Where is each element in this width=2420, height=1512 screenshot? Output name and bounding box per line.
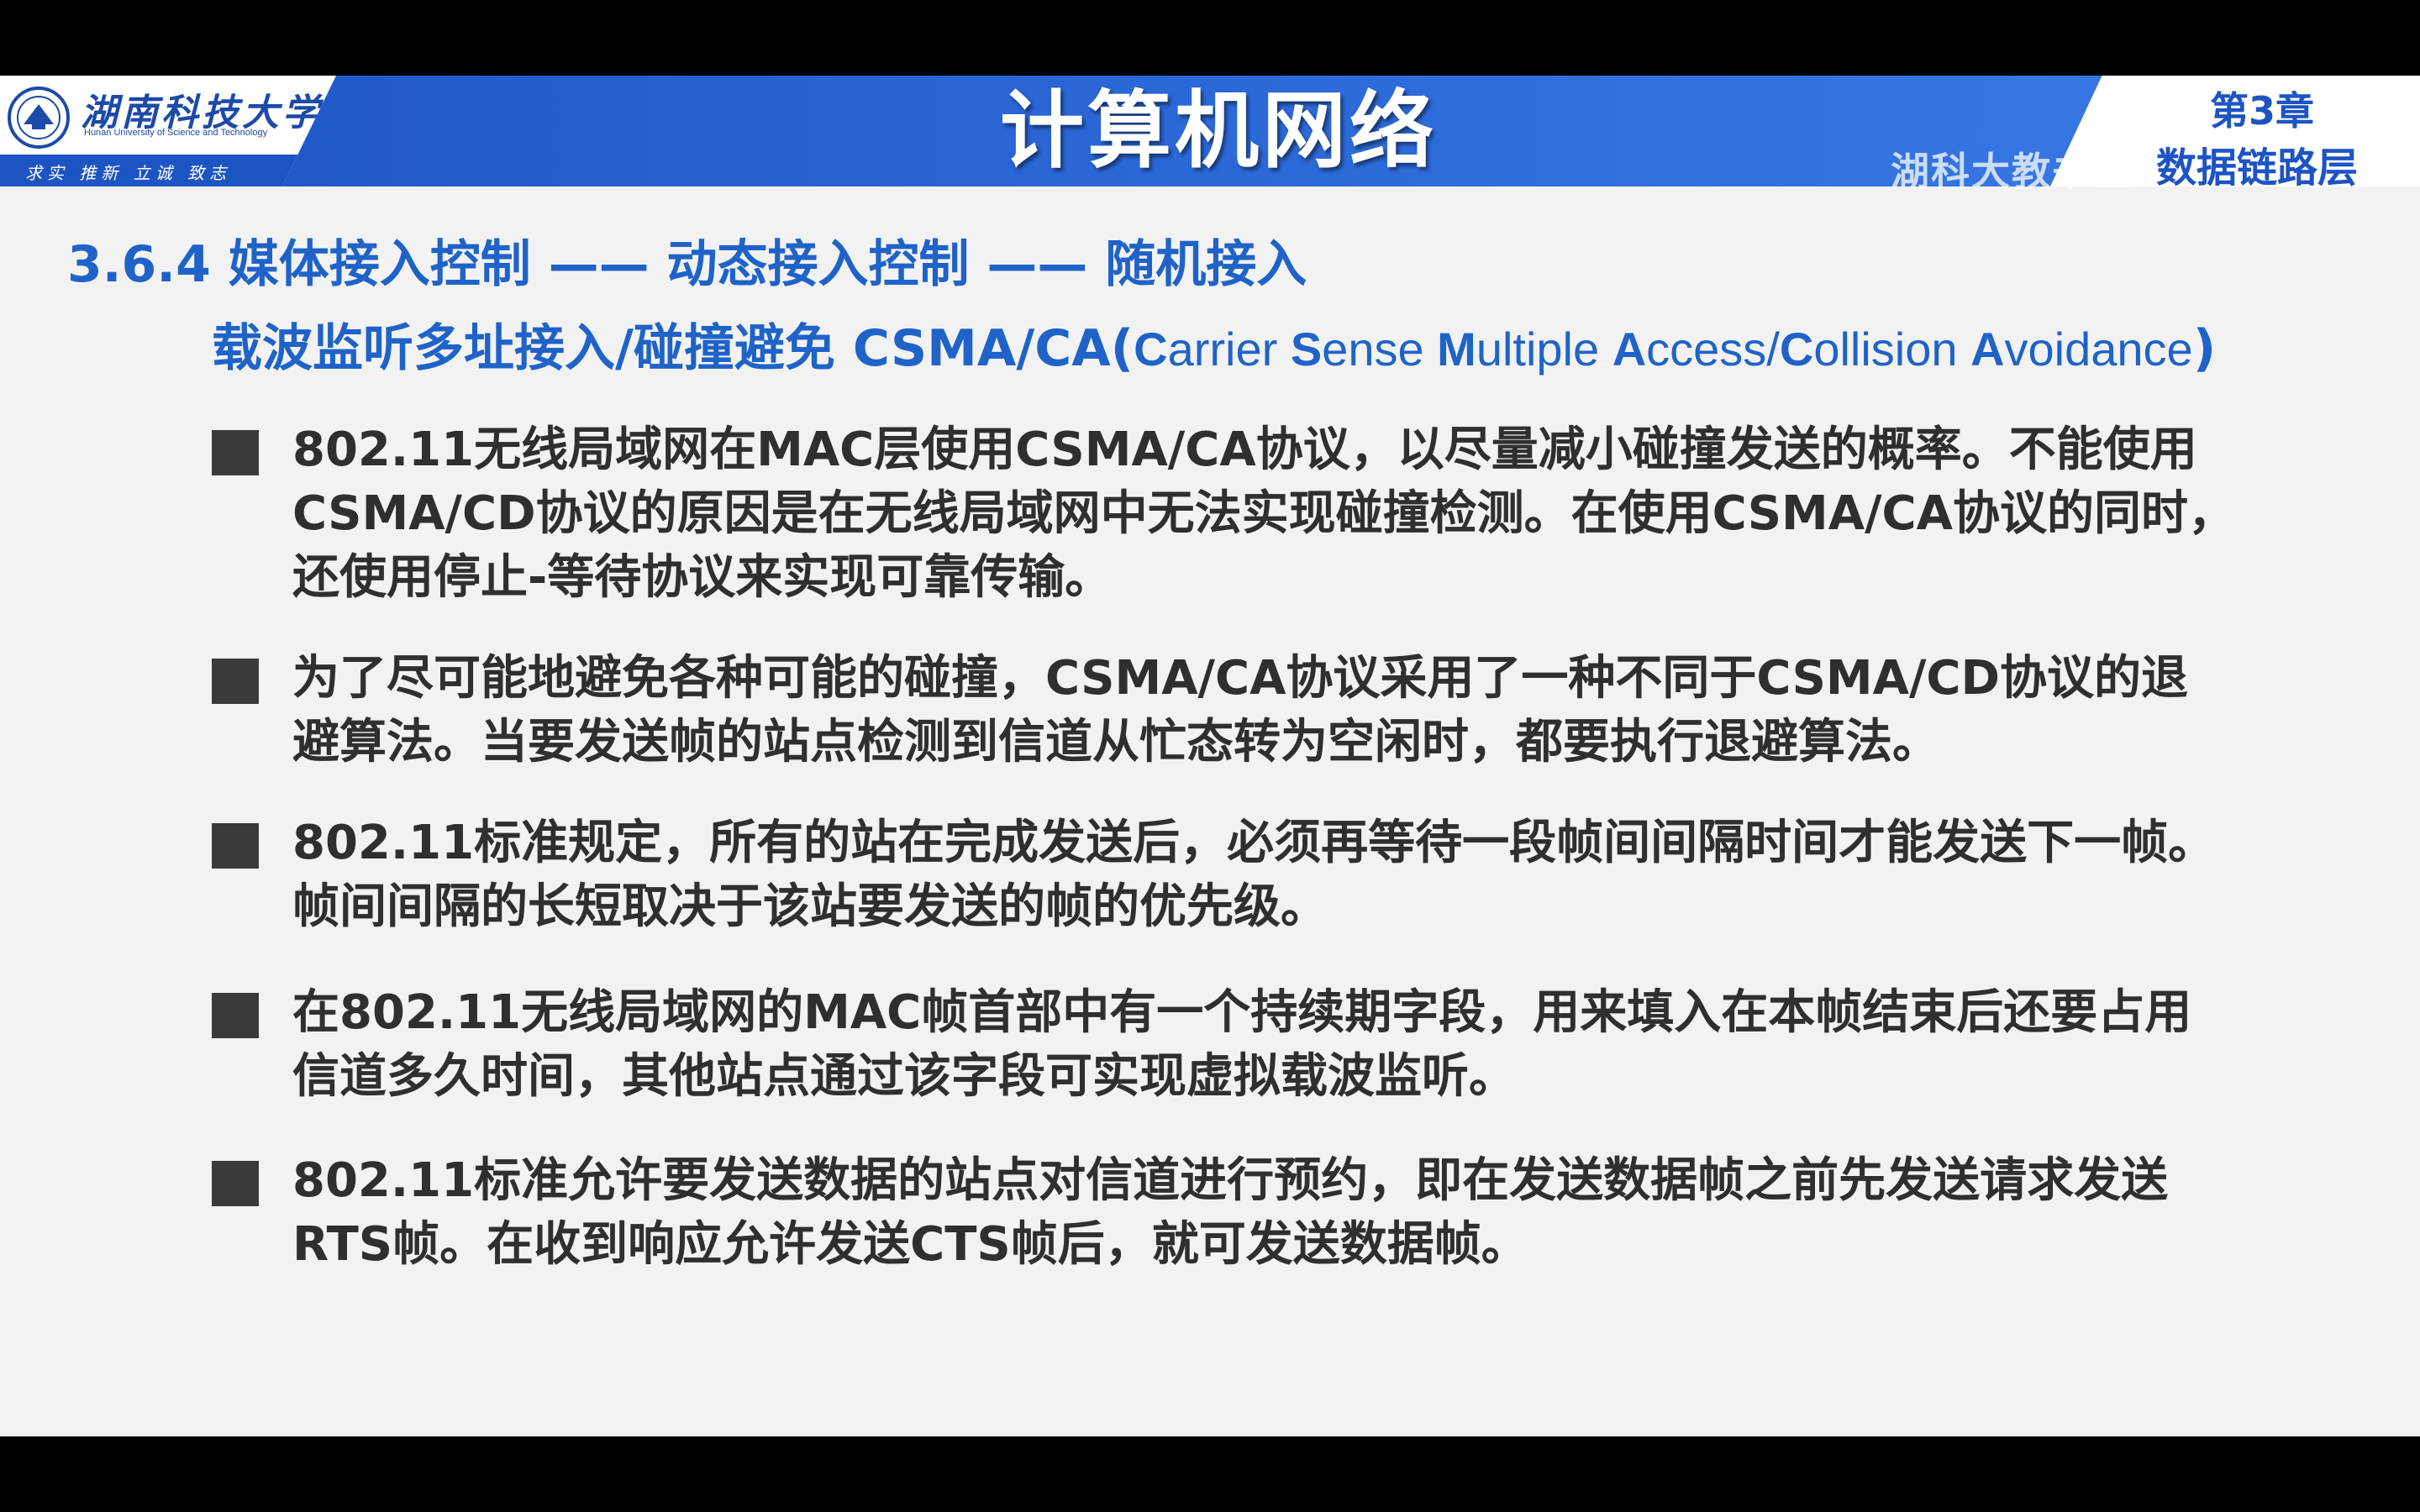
university-logo-panel: 湖南科技大学 Hunan University of Science and T… [0, 76, 336, 186]
bullet-text: 为了尽可能地避免各种可能的碰撞，CSMA/CA协议采用了一种不同于CSMA/CD… [292, 651, 2188, 769]
subtitle-chinese: 载波监听多址接入/碰撞避免 [212, 319, 853, 378]
chapter-number: 第3章 [2210, 88, 2315, 134]
subtitle-en-part: arrier [1167, 323, 1291, 375]
section-subtitle: 载波监听多址接入/碰撞避免 CSMA/CA(Carrier Sense Mult… [212, 307, 2216, 381]
subtitle-en-part: ense [1322, 323, 1438, 375]
university-motto: 求实 推新 立诚 致志 [25, 163, 232, 183]
bullet-text: 802.11标准允许要发送数据的站点对信道进行预约，即在发送数据帧之前先发送请求… [292, 1153, 2169, 1272]
bullet-square-icon [212, 430, 259, 475]
subtitle-abbreviation: CSMA/CA( [852, 319, 1134, 378]
subtitle-en-part: M [1437, 323, 1476, 375]
slide: 湖南科技大学 Hunan University of Science and T… [0, 76, 2420, 1436]
subtitle-en-part: ccess/ [1646, 323, 1780, 375]
course-title: 计算机网络 [1000, 81, 1437, 180]
bullet-square-icon [212, 993, 259, 1038]
subtitle-en-part: voidance [2004, 323, 2193, 375]
subtitle-en-part: ultiple [1476, 323, 1612, 375]
bullet-square-icon [212, 1161, 259, 1206]
subtitle-en-part: A [1970, 323, 2005, 375]
bullet-text: 802.11无线局域网在MAC层使用CSMA/CA协议，以尽量减小碰撞发送的概率… [292, 423, 2235, 605]
chapter-name: 数据链路层 [2156, 144, 2359, 192]
university-emblem-icon [8, 87, 70, 149]
motto-strip: 求实 推新 立诚 致志 [0, 155, 302, 186]
bullet-square-icon [212, 823, 259, 869]
bullet-square-icon [212, 659, 259, 704]
subtitle-en-part: S [1290, 323, 1323, 375]
subtitle-en-part: ollision [1813, 323, 1971, 375]
subtitle-en-part: ) [2192, 319, 2217, 378]
bullet-text: 802.11标准规定，所有的站在完成发送后，必须再等待一段帧间间隔时间才能发送下… [292, 816, 2216, 934]
subtitle-en-part: C [1779, 323, 1814, 375]
bullet-text: 在802.11无线局域网的MAC帧首部中有一个持续期字段，用来填入在本帧结束后还… [292, 985, 2192, 1104]
subtitle-en-part: C [1134, 323, 1168, 375]
section-heading: 3.6.4 媒体接入控制 —— 动态接入控制 —— 随机接入 [67, 235, 1307, 294]
subtitle-en-part: A [1612, 323, 1647, 375]
university-english-name: Hunan University of Science and Technolo… [84, 128, 268, 138]
video-frame: 湖南科技大学 Hunan University of Science and T… [0, 0, 2420, 1512]
